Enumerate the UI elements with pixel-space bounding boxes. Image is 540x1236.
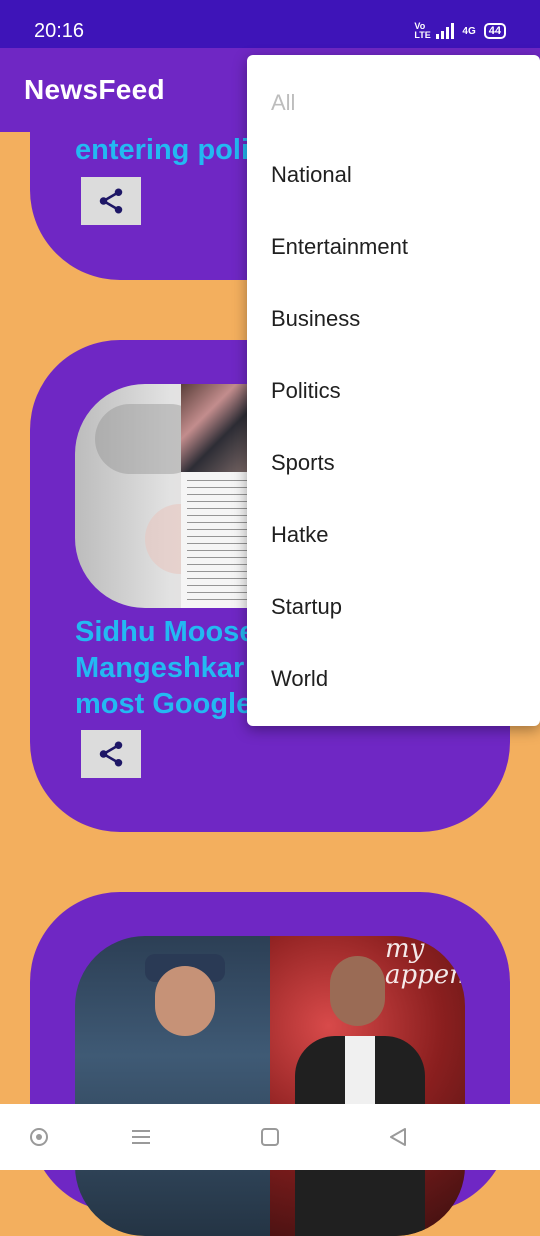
share-button[interactable] xyxy=(81,177,141,225)
menu-item-politics[interactable]: Politics xyxy=(271,355,531,427)
menu-item-national[interactable]: National xyxy=(271,139,531,211)
status-icons: Vo LTE 4G 44 xyxy=(414,22,506,40)
status-time: 20:16 xyxy=(34,20,85,42)
menu-item-sports[interactable]: Sports xyxy=(271,427,531,499)
menu-item-world[interactable]: World xyxy=(271,643,531,715)
neon-sign-text: my appen xyxy=(385,936,465,990)
category-menu: All National Entertainment Business Poli… xyxy=(247,55,540,726)
share-icon xyxy=(99,188,123,214)
magazine-image xyxy=(181,384,251,608)
share-icon xyxy=(99,741,123,767)
volte-indicator: Vo LTE xyxy=(414,21,431,40)
signal-icon xyxy=(436,23,455,39)
news-headline[interactable]: entering poli xyxy=(75,132,265,168)
system-nav-bar xyxy=(0,1104,540,1170)
menu-item-business[interactable]: Business xyxy=(271,283,531,355)
triangle-back-icon[interactable] xyxy=(387,1126,409,1148)
news-headline[interactable]: Sidhu Moose Mangeshkar most Google xyxy=(75,614,265,722)
news-image[interactable]: my appen xyxy=(75,936,465,1236)
network-type: 4G xyxy=(462,25,476,37)
share-button[interactable] xyxy=(81,730,141,778)
menu-lines-icon[interactable] xyxy=(130,1126,152,1148)
app-title: NewsFeed xyxy=(24,74,165,105)
status-bar: 20:16 Vo LTE 4G 44 xyxy=(0,0,540,48)
circle-dot-icon[interactable] xyxy=(28,1126,50,1148)
square-icon[interactable] xyxy=(259,1126,281,1148)
battery-indicator: 44 xyxy=(483,23,506,39)
menu-item-hatke[interactable]: Hatke xyxy=(271,499,531,571)
menu-item-startup[interactable]: Startup xyxy=(271,571,531,643)
menu-item-all: All xyxy=(271,90,296,115)
menu-item-entertainment[interactable]: Entertainment xyxy=(271,211,531,283)
